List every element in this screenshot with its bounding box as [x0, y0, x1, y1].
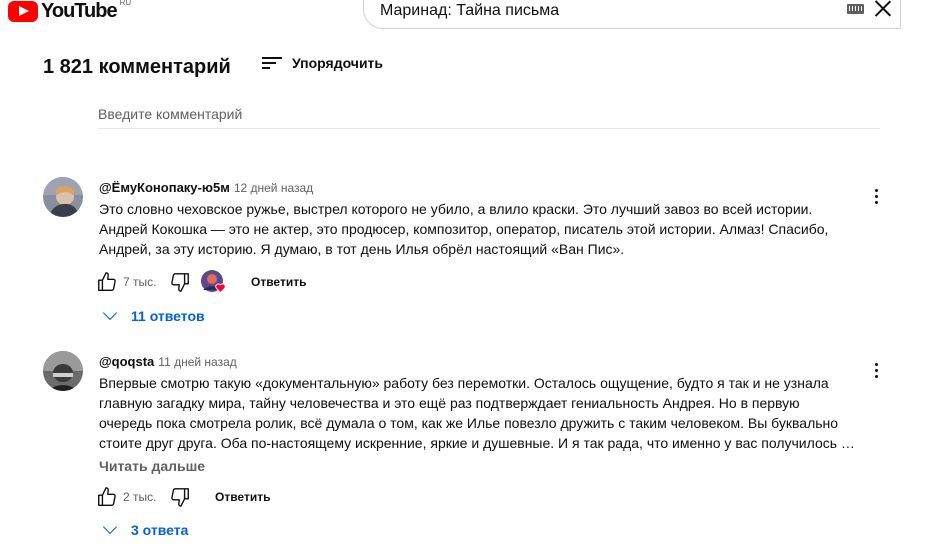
comment-header: @qoqsta 11 дней назад	[99, 353, 237, 371]
region-code: RU	[119, 0, 132, 7]
comment-line: Это словно чеховское ружье, выстрел кото…	[99, 201, 813, 217]
like-icon[interactable]	[96, 271, 118, 293]
chevron-down-icon	[102, 519, 118, 535]
reply-button[interactable]: Ответить	[251, 275, 306, 289]
comment-count: 1 821 комментарий	[43, 56, 231, 78]
comment-line: главную загадку мира, тайну человечества…	[99, 395, 800, 411]
keyboard-icon[interactable]	[847, 4, 864, 14]
youtube-logo[interactable]: YouTube RU	[8, 0, 131, 22]
comment-time[interactable]: 12 дней назад	[234, 181, 313, 195]
like-count: 2 тыс.	[123, 490, 157, 504]
more-actions-icon[interactable]	[866, 361, 886, 381]
add-comment-input[interactable]: Введите комментарий	[98, 106, 880, 129]
search-input[interactable]	[380, 0, 820, 22]
replies-toggle[interactable]: 3 ответа	[102, 519, 189, 538]
comment-text: Впервые смотрю такую «документальную» ра…	[99, 373, 864, 453]
comment-actions: 2 тыс. Ответить	[96, 486, 270, 508]
avatar[interactable]	[43, 351, 83, 391]
sort-icon	[262, 55, 282, 71]
comment-line: Андрей Кокошка — это не актер, это продю…	[99, 221, 829, 237]
creator-heart-badge	[201, 270, 226, 294]
comment-line: стоите друг друга. Оба по-настоящему иск…	[99, 435, 855, 451]
comment-line: очередь пока смотрела ролик, всё думала …	[99, 415, 839, 431]
chevron-down-icon	[102, 305, 118, 321]
comment-author[interactable]: @ЁмуКонопаку-ю5м	[99, 180, 230, 195]
heart-icon	[215, 283, 226, 293]
read-more-link[interactable]: Читать дальше	[99, 458, 205, 474]
more-actions-icon[interactable]	[866, 187, 886, 207]
replies-label: 11 ответов	[131, 308, 205, 324]
like-icon[interactable]	[96, 486, 118, 508]
like-count: 7 тыс.	[123, 275, 157, 289]
comment-actions: 7 тыс. Ответить	[96, 270, 306, 294]
reply-button[interactable]: Ответить	[215, 490, 270, 504]
comment-text: Это словно чеховское ружье, выстрел кото…	[99, 199, 864, 259]
comment-header: @ЁмуКонопаку-ю5м 12 дней назад	[99, 179, 313, 197]
logo-text: YouTube	[41, 0, 118, 22]
comment-author[interactable]: @qoqsta	[99, 354, 154, 369]
search-box	[363, 0, 901, 29]
comment-time[interactable]: 11 дней назад	[158, 355, 236, 369]
sort-button[interactable]: Упорядочить	[262, 55, 383, 71]
sort-label: Упорядочить	[292, 55, 384, 71]
dislike-icon[interactable]	[169, 486, 191, 508]
comment-line: Впервые смотрю такую «документальную» ра…	[99, 375, 829, 391]
clear-search-icon[interactable]	[873, 0, 893, 18]
replies-toggle[interactable]: 11 ответов	[102, 305, 205, 324]
dislike-icon[interactable]	[169, 271, 191, 293]
avatar[interactable]	[43, 177, 83, 217]
comment-line: Андрей, за эту историю. Я думаю, в тот д…	[99, 241, 625, 257]
replies-label: 3 ответа	[131, 522, 189, 538]
youtube-play-icon	[8, 0, 38, 22]
